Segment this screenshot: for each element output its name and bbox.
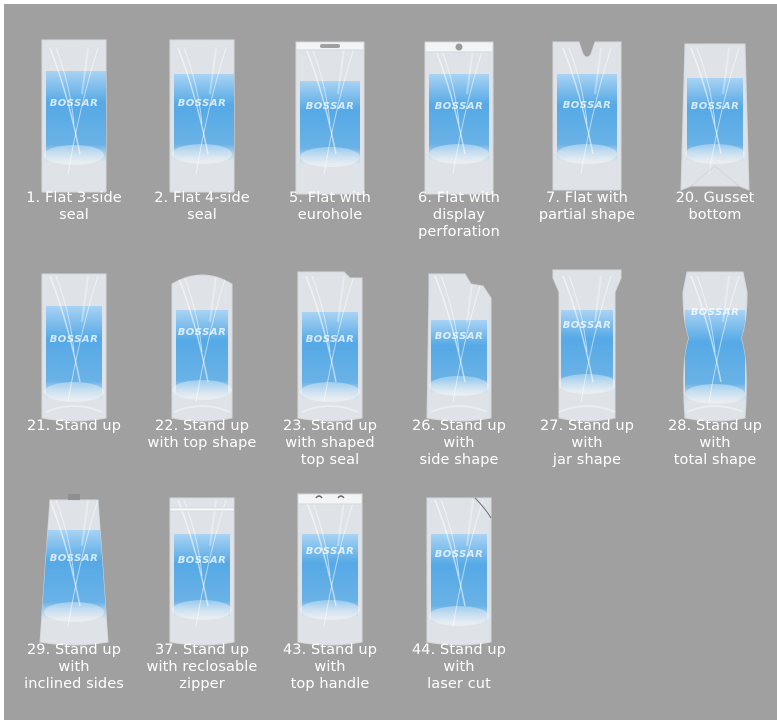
brand-logo: BOSSAR (306, 334, 355, 345)
bag-image-23: BOSSAR (297, 271, 363, 422)
bag-5[interactable]: BOSSAR 5. Flat with eurohole (266, 4, 394, 234)
bag-27[interactable]: BOSSAR 27. Stand up with jar shape (523, 232, 651, 468)
bag-37[interactable]: BOSSAR 37. Stand up with reclosable zippe… (138, 456, 266, 692)
perforation-hole-icon (455, 43, 463, 51)
brand-logo: BOSSAR (178, 555, 227, 566)
bag-image-28: BOSSAR (682, 271, 748, 422)
bag-20[interactable]: BOSSAR 20. Gusset bottom (651, 4, 777, 234)
bag-image-27: BOSSAR (552, 269, 622, 422)
brand-logo: BOSSAR (306, 546, 355, 557)
bag-26[interactable]: BOSSAR 26. Stand up with side shape (395, 232, 523, 468)
bag-caption: 44. Stand up with laser cut (411, 642, 507, 692)
bag-caption: 29. Stand up with inclined sides (24, 642, 124, 692)
bag-caption: 28. Stand up with total shape (667, 418, 763, 468)
bag-21[interactable]: BOSSAR 21. Stand up (10, 232, 138, 462)
bag-image-21: BOSSAR (41, 273, 107, 422)
bag-2[interactable]: BOSSAR 2. Flat 4-side seal (138, 4, 266, 234)
bag-image-6: BOSSAR (424, 41, 494, 195)
bag-image-7: BOSSAR (552, 41, 622, 191)
brand-logo: BOSSAR (691, 307, 740, 318)
zipper-icon (169, 507, 235, 512)
pouch-catalog: BOSSAR 1. Flat 3-side seal BOSSAR 2. Flat 4… (4, 4, 777, 720)
brand-logo: BOSSAR (306, 101, 355, 112)
bag-29[interactable]: BOSSAR 29. Stand up with inclined sides (10, 456, 138, 692)
bag-image-20: BOSSAR (680, 43, 750, 191)
brand-logo: BOSSAR (435, 331, 484, 342)
bag-caption: 27. Stand up with jar shape (539, 418, 635, 468)
bag-caption: 21. Stand up (26, 418, 122, 434)
bag-image-5: BOSSAR (295, 41, 365, 195)
bag-caption: 5. Flat with eurohole (289, 190, 371, 223)
brand-logo: BOSSAR (435, 101, 484, 112)
bag-6[interactable]: BOSSAR 6. Flat with display perforation (395, 4, 523, 240)
hang-tab-icon (68, 494, 80, 500)
brand-logo: BOSSAR (50, 553, 99, 564)
bag-image-26: BOSSAR (426, 273, 492, 422)
bag-caption: 37. Stand up with reclosable zipper (146, 642, 258, 692)
bag-23[interactable]: BOSSAR 23. Stand up with shaped top seal (266, 232, 394, 468)
bag-image-29: BOSSAR (39, 494, 109, 646)
bag-image-43: BOSSAR (297, 493, 363, 646)
brand-logo: BOSSAR (50, 98, 99, 109)
brand-logo: BOSSAR (563, 320, 612, 331)
bag-22[interactable]: BOSSAR 22. Stand up with top shape (138, 232, 266, 462)
brand-logo: BOSSAR (435, 549, 484, 560)
brand-logo: BOSSAR (563, 100, 612, 111)
bag-image-37: BOSSAR (169, 497, 235, 646)
bag-caption: 1. Flat 3-side seal (26, 190, 122, 223)
bag-44[interactable]: BOSSAR 44. Stand up with laser cut (395, 456, 523, 692)
brand-logo: BOSSAR (50, 334, 99, 345)
bag-image-22: BOSSAR (171, 274, 233, 422)
bag-caption: 43. Stand up with top handle (282, 642, 378, 692)
bag-caption: 20. Gusset bottom (675, 190, 755, 223)
bag-image-1: BOSSAR (41, 39, 107, 193)
bag-1[interactable]: BOSSAR 1. Flat 3-side seal (10, 4, 138, 234)
bag-caption: 22. Stand up with top shape (147, 418, 257, 451)
bag-28[interactable]: BOSSAR 28. Stand up with total shape (651, 232, 777, 468)
bag-43[interactable]: BOSSAR 43. Stand up with top handle (266, 456, 394, 692)
eurohole-icon (320, 44, 340, 48)
brand-logo: BOSSAR (178, 98, 227, 109)
bag-7[interactable]: BOSSAR 7. Flat with partial shape (523, 4, 651, 234)
brand-logo: BOSSAR (178, 327, 227, 338)
brand-logo: BOSSAR (691, 101, 740, 112)
bag-image-44: BOSSAR (426, 497, 492, 646)
bag-image-2: BOSSAR (169, 39, 235, 193)
bag-caption: 7. Flat with partial shape (538, 190, 636, 223)
bag-caption: 2. Flat 4-side seal (154, 190, 250, 223)
